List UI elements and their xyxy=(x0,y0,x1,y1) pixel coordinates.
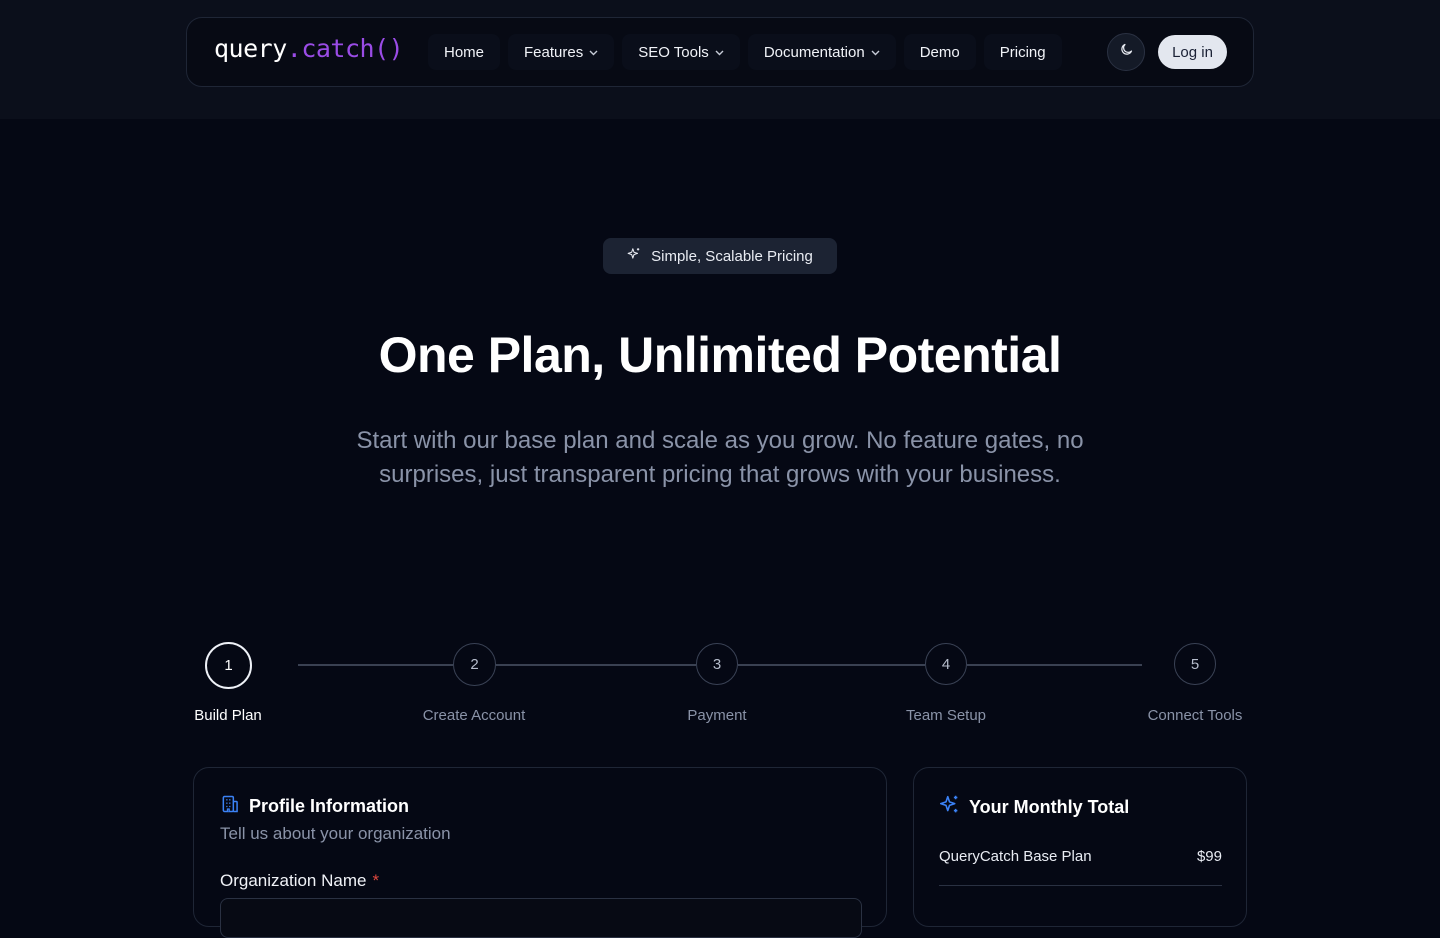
chevron-down-icon xyxy=(715,48,724,59)
page-title: One Plan, Unlimited Potential xyxy=(378,327,1062,383)
nav-item-documentation[interactable]: Documentation xyxy=(747,34,896,70)
sparkles-icon xyxy=(627,247,641,265)
stepper-connector xyxy=(298,664,453,666)
nav-menu: Home Features SEO Tools Documentation De… xyxy=(428,34,1062,70)
step-3-label: Payment xyxy=(687,707,747,724)
sparkles-icon xyxy=(939,794,960,820)
card-header: Profile Information xyxy=(220,794,409,819)
logo-text-catch: .catch xyxy=(286,34,375,63)
moon-icon xyxy=(1119,42,1134,62)
monthly-total-card: Your Monthly Total QueryCatch Base Plan … xyxy=(913,767,1247,927)
step-3-circle[interactable]: 3 xyxy=(696,643,738,685)
step-2-circle[interactable]: 2 xyxy=(453,643,496,686)
theme-toggle-button[interactable] xyxy=(1107,33,1145,71)
step-5-circle[interactable]: 5 xyxy=(1174,643,1216,685)
nav-item-features[interactable]: Features xyxy=(508,34,615,70)
nav-item-label: Documentation xyxy=(763,43,865,61)
card-title: Your Monthly Total xyxy=(969,796,1130,817)
nav-item-label: Pricing xyxy=(999,43,1046,61)
top-navbar: query .catch() Home Features SEO Tools Do… xyxy=(186,17,1254,87)
step-4-label: Team Setup xyxy=(905,707,987,724)
login-button[interactable]: Log in xyxy=(1158,35,1227,69)
profile-information-card: Profile Information Tell us about your o… xyxy=(193,767,887,938)
chevron-down-icon xyxy=(871,48,880,59)
line-item-name: QueryCatch Base Plan xyxy=(939,848,1092,865)
organization-name-label: Organization Name * xyxy=(220,871,379,891)
site-logo[interactable]: query .catch() xyxy=(214,34,404,63)
step-1-label: Build Plan xyxy=(194,707,262,724)
nav-item-home[interactable]: Home xyxy=(428,34,501,70)
stepper-connector xyxy=(496,664,696,666)
nav-item-seo-tools[interactable]: SEO Tools xyxy=(622,34,740,70)
card-title: Profile Information xyxy=(249,796,410,816)
nav-item-label: Home xyxy=(444,43,485,61)
logo-text-parens: () xyxy=(374,34,404,63)
step-2-label: Create Account xyxy=(422,707,526,724)
badge-label: Simple, Scalable Pricing xyxy=(651,247,813,265)
step-5-label: Connect Tools xyxy=(1147,707,1243,724)
stepper-connector xyxy=(738,664,925,666)
stepper-connector xyxy=(967,664,1142,666)
line-item-price: $99 xyxy=(1196,848,1222,865)
nav-item-label: Features xyxy=(524,43,584,61)
step-4-circle[interactable]: 4 xyxy=(925,643,967,685)
required-marker: * xyxy=(372,871,380,890)
nav-item-pricing[interactable]: Pricing xyxy=(983,34,1062,70)
nav-item-demo[interactable]: Demo xyxy=(903,34,976,70)
line-item-row: QueryCatch Base Plan $99 xyxy=(939,848,1222,865)
field-label-text: Organization Name xyxy=(220,871,367,890)
building-icon xyxy=(220,794,240,819)
step-1-circle[interactable]: 1 xyxy=(205,642,252,689)
logo-text-query: query xyxy=(214,34,287,63)
nav-item-label: Demo xyxy=(919,43,960,61)
page-subtitle: Start with our base plan and scale as yo… xyxy=(356,427,1084,488)
organization-name-input[interactable] xyxy=(220,898,862,938)
divider xyxy=(939,885,1222,886)
card-header: Your Monthly Total xyxy=(939,794,1129,820)
pricing-badge: Simple, Scalable Pricing xyxy=(603,238,837,274)
chevron-down-icon xyxy=(589,48,598,59)
card-description: Tell us about your organization xyxy=(220,824,451,843)
nav-item-label: SEO Tools xyxy=(638,43,709,61)
